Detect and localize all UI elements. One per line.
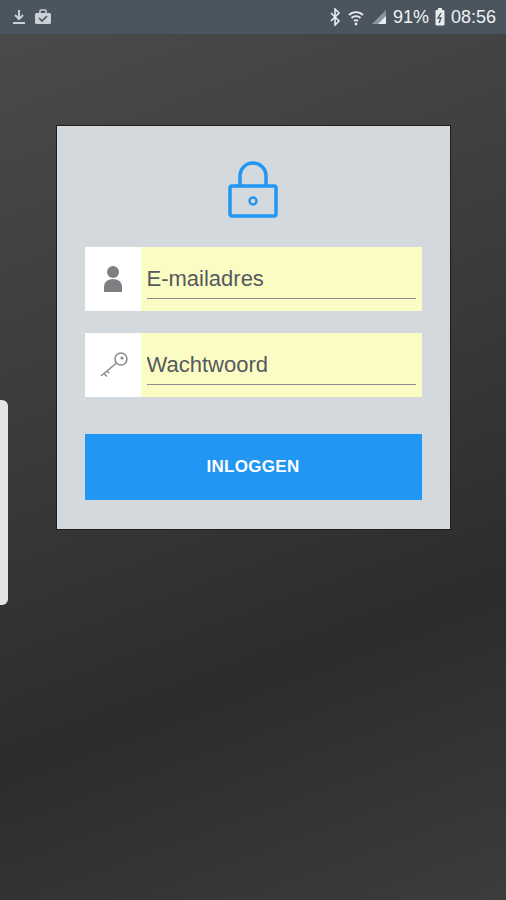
key-icon bbox=[97, 351, 129, 379]
wifi-icon bbox=[347, 8, 365, 26]
clock: 08:56 bbox=[451, 7, 496, 28]
text-input[interactable] bbox=[147, 260, 416, 299]
login-screen: 91% 08:56 INLOGGEN bbox=[0, 0, 506, 900]
input-field bbox=[85, 333, 422, 397]
side-handle[interactable] bbox=[0, 400, 8, 605]
lock-icon bbox=[228, 160, 278, 218]
battery-percent: 91% bbox=[393, 7, 429, 28]
battery-icon bbox=[435, 8, 445, 26]
signal-icon bbox=[371, 9, 387, 25]
input-field bbox=[85, 247, 422, 311]
login-button[interactable]: INLOGGEN bbox=[85, 434, 422, 500]
login-card: INLOGGEN bbox=[56, 125, 451, 530]
text-input[interactable] bbox=[147, 346, 416, 385]
bluetooth-icon bbox=[329, 8, 341, 26]
status-bar: 91% 08:56 bbox=[0, 0, 506, 34]
briefcase-icon bbox=[34, 9, 52, 25]
download-icon bbox=[12, 9, 26, 25]
user-icon bbox=[103, 265, 123, 293]
background-photo: INLOGGEN bbox=[0, 34, 506, 900]
